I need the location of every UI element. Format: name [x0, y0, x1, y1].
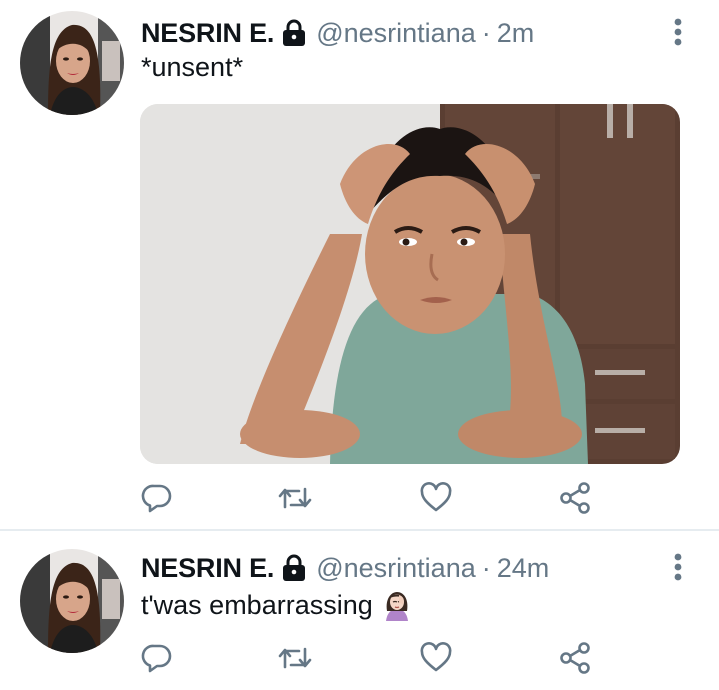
tweet-actions	[0, 478, 719, 518]
author-name[interactable]: NESRIN E.	[141, 553, 274, 584]
retweet-icon[interactable]	[275, 478, 315, 518]
tweet-text: *unsent*	[141, 52, 244, 82]
author-handle[interactable]: @nesrintiana	[316, 553, 476, 584]
like-icon[interactable]	[416, 478, 456, 518]
timestamp[interactable]: 2m	[497, 18, 535, 49]
tweet-header: NESRIN E. @nesrintiana · 24m	[141, 548, 549, 588]
timestamp[interactable]: 24m	[497, 553, 550, 584]
tweet[interactable]: NESRIN E. @nesrintiana · 24m t'was embar…	[0, 531, 719, 690]
retweet-icon[interactable]	[275, 638, 315, 678]
reply-icon[interactable]	[137, 478, 177, 518]
lock-icon	[282, 554, 306, 582]
author-name[interactable]: NESRIN E.	[141, 18, 274, 49]
author-handle[interactable]: @nesrintiana	[316, 18, 476, 49]
avatar[interactable]	[20, 11, 124, 115]
lock-icon	[282, 19, 306, 47]
tweet-text-content: t'was embarrassing	[141, 589, 373, 620]
tweet-media-image[interactable]	[140, 104, 680, 464]
share-icon[interactable]	[555, 638, 595, 678]
like-icon[interactable]	[416, 638, 456, 678]
reply-icon[interactable]	[137, 638, 177, 678]
tweet[interactable]: NESRIN E. @nesrintiana · 2m *unsent*	[0, 0, 719, 530]
separator-dot: ·	[481, 17, 491, 48]
woman-facepalming-emoji-icon	[381, 589, 413, 621]
more-options-icon[interactable]	[666, 14, 690, 50]
separator-dot: ·	[481, 552, 491, 583]
tweet-actions	[0, 638, 719, 678]
tweet-text: t'was embarrassing	[141, 589, 413, 621]
more-options-icon[interactable]	[666, 549, 690, 585]
share-icon[interactable]	[555, 478, 595, 518]
tweet-header: NESRIN E. @nesrintiana · 2m	[141, 13, 534, 53]
